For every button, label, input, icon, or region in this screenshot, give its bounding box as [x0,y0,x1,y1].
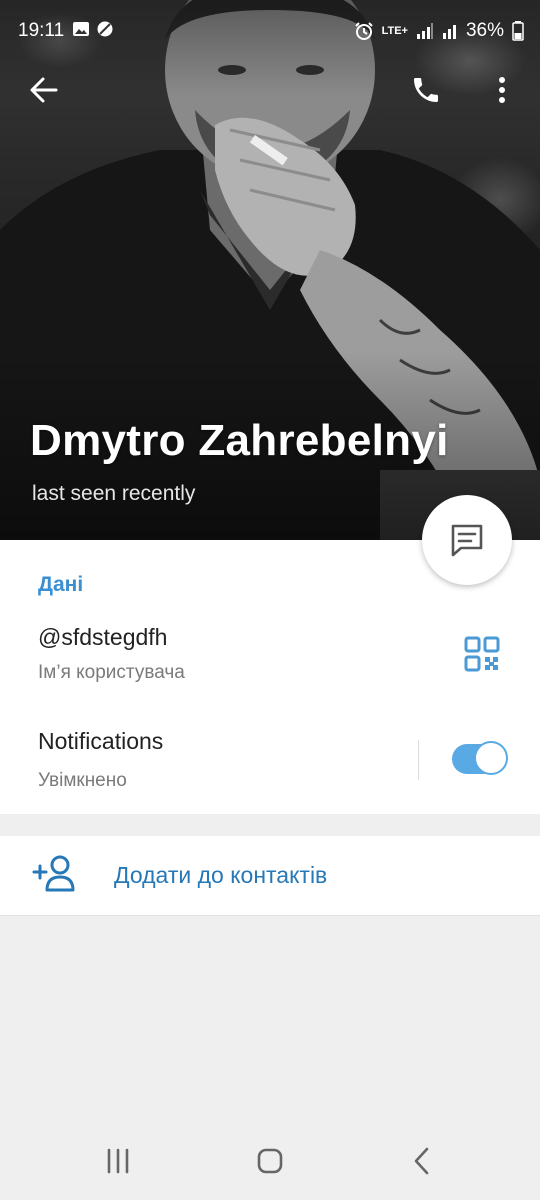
screen: 19:11 LTE+ 36% Dmytro Zahrebelnyi last s… [0,0,540,1200]
add-person-icon [32,855,75,892]
qr-code-icon [464,636,500,672]
username-label: Ім’я користувача [38,662,185,683]
status-bar: 19:11 LTE+ 36% [0,0,540,60]
battery-icon [512,21,524,41]
profile-name: Dmytro Zahrebelnyi [30,416,449,465]
nav-back-button[interactable] [402,1146,442,1176]
call-button[interactable] [404,68,448,112]
notification-icons [72,20,114,38]
toggle-knob [474,741,508,775]
section-title: Дані [38,573,84,596]
status-time: 19:11 [18,20,65,41]
notifications-toggle[interactable] [452,741,508,775]
last-seen-status: last seen recently [32,482,196,505]
navigation-bar [0,1120,540,1200]
phone-icon [414,78,438,102]
signal-icon [416,23,433,39]
more-options-button[interactable] [480,68,524,112]
recent-apps-icon [107,1148,129,1174]
qr-code-button[interactable] [462,634,502,674]
chevron-left-icon [414,1147,429,1175]
send-message-button[interactable] [422,495,512,585]
blocked-icon [97,21,113,37]
profile-photo-header[interactable]: 19:11 LTE+ 36% Dmytro Zahrebelnyi last s… [0,0,540,540]
gallery-icon [73,22,89,36]
alarm-icon [354,22,373,40]
back-arrow-icon [30,77,58,103]
username-value: @sfdstegdfh [38,624,168,650]
signal-roaming-icon [442,25,456,39]
message-icon [451,524,483,557]
battery-percent: 36% [465,20,504,41]
system-status-icons: LTE+ 36% [354,20,524,42]
add-to-contacts-button[interactable]: Додати до контактів [0,836,540,916]
add-contact-label: Додати до контактів [114,862,328,888]
username-row[interactable]: @sfdstegdfh Ім’я користувача [0,618,540,698]
notifications-state: Увімкнено [38,770,127,791]
divider [418,740,419,780]
home-icon [257,1148,283,1174]
home-button[interactable] [250,1146,290,1176]
back-button[interactable] [22,68,66,112]
notifications-row[interactable]: Notifications Увімкнено [0,720,540,800]
more-vertical-icon [499,77,505,103]
notifications-title: Notifications [38,728,164,754]
recent-apps-button[interactable] [98,1146,138,1176]
network-type: LTE+ [381,25,408,37]
